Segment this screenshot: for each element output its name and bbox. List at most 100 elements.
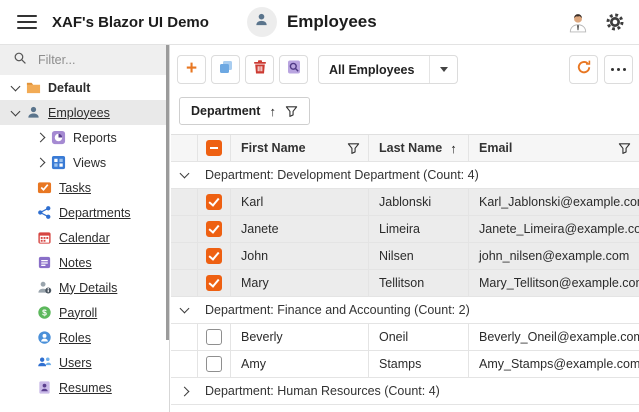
sidebar-item-label: Employees [48,106,110,120]
chevron-down-icon[interactable] [11,81,21,91]
row-checkbox[interactable] [206,356,222,372]
cell-email: john_nilsen@example.com [469,243,639,269]
payroll-icon: $ [37,305,52,320]
departments-icon [37,205,52,220]
cell-first-name: Mary [231,270,369,296]
svg-text:$: $ [42,308,47,318]
sidebar-item-default[interactable]: Default [0,75,169,100]
sidebar-item-label: My Details [59,281,117,295]
trash-icon [252,59,268,80]
validate-button[interactable] [279,55,308,84]
column-header-last-name[interactable]: Last Name ↑ [369,135,469,161]
plus-icon: + [186,59,197,78]
sidebar-item-departments[interactable]: Departments [0,200,169,225]
table-row[interactable]: Beverly Oneil Beverly_Oneil@example.com [171,324,639,351]
chevron-down-icon[interactable] [179,169,189,179]
group-row-label: Department: Finance and Accounting (Coun… [197,297,470,323]
sidebar-item-label: Tasks [59,181,91,195]
sidebar-item-payroll[interactable]: $ Payroll [0,300,169,325]
sort-ascending-icon: ↑ [450,141,457,156]
view-selector-dropdown-button[interactable] [429,56,457,83]
sidebar-item-label: Reports [73,131,117,145]
app-header: XAF's Blazor UI Demo Employees [0,0,639,45]
sidebar-item-tasks[interactable]: Tasks [0,175,169,200]
sidebar-item-views[interactable]: Views [0,150,169,175]
new-button[interactable]: + [177,55,206,84]
sidebar-item-notes[interactable]: Notes [0,250,169,275]
column-header-email[interactable]: Email [469,135,639,161]
sort-ascending-icon: ↑ [269,104,276,119]
sidebar-item-roles[interactable]: Roles [0,325,169,350]
chevron-right-icon[interactable] [179,386,189,396]
cell-email: Amy_Stamps@example.com [469,351,639,377]
sidebar-item-label: Resumes [59,381,112,395]
group-chip-label: Department [191,104,260,118]
chevron-right-icon[interactable] [36,158,46,168]
more-button[interactable] [604,55,633,84]
group-row[interactable]: Department: Marketing (Count: 20) [171,405,639,412]
cell-email: Janete_Limeira@example.com [469,216,639,242]
group-chip-department[interactable]: Department ↑ [179,97,310,125]
chevron-down-icon[interactable] [11,106,21,116]
sidebar-item-resumes[interactable]: Resumes [0,375,169,400]
sidebar-item-users[interactable]: Users [0,350,169,375]
sidebar-item-reports[interactable]: Reports [0,125,169,150]
copy-icon [218,59,234,80]
filter-icon[interactable] [618,142,631,155]
user-avatar[interactable] [567,11,589,33]
filter-box [0,45,169,75]
group-row[interactable]: Department: Development Department (Coun… [171,162,639,189]
hamburger-icon[interactable] [17,15,37,29]
group-row-label: Department: Development Department (Coun… [197,162,479,188]
table-row[interactable]: Mary Tellitson Mary_Tellitson@example.co… [171,270,639,297]
employees-badge [247,7,277,37]
row-checkbox[interactable] [206,329,222,345]
sidebar-item-label: Calendar [59,231,110,245]
grid-header-row: First Name Last Name ↑ Email [171,135,639,162]
delete-button[interactable] [245,55,274,84]
roles-icon [37,330,52,345]
table-row[interactable]: Amy Stamps Amy_Stamps@example.com [171,351,639,378]
row-checkbox[interactable] [206,194,222,210]
group-row[interactable]: Department: Human Resources (Count: 4) [171,378,639,405]
folder-icon [26,80,41,95]
select-all-checkbox[interactable] [206,140,222,156]
select-all-checkbox-cell [197,135,231,161]
gear-icon[interactable] [605,12,625,32]
cell-last-name: Stamps [369,351,469,377]
group-row[interactable]: Department: Finance and Accounting (Coun… [171,297,639,324]
row-checkbox[interactable] [206,248,222,264]
chevron-right-icon[interactable] [36,133,46,143]
sidebar-item-label: Default [48,81,90,95]
cell-first-name: Janete [231,216,369,242]
users-icon [37,355,52,370]
filter-input[interactable] [36,52,150,68]
cell-first-name: Beverly [231,324,369,350]
reports-icon [51,130,66,145]
table-row[interactable]: Janete Limeira Janete_Limeira@example.co… [171,216,639,243]
cell-email: Beverly_Oneil@example.com [469,324,639,350]
column-header-first-name[interactable]: First Name [231,135,369,161]
cell-last-name: Nilsen [369,243,469,269]
cell-email: Karl_Jablonski@example.com [469,189,639,215]
refresh-button[interactable] [569,55,598,84]
cell-first-name: John [231,243,369,269]
sidebar-item-label: Departments [59,206,131,220]
table-row[interactable]: John Nilsen john_nilsen@example.com [171,243,639,270]
table-row[interactable]: Karl Jablonski Karl_Jablonski@example.co… [171,189,639,216]
sidebar-item-my-details[interactable]: My Details [0,275,169,300]
group-panel: Department ↑ [179,97,633,125]
group-row-label: Department: Marketing (Count: 20) [197,405,398,412]
sidebar-item-calendar[interactable]: Calendar [0,225,169,250]
view-selector[interactable]: All Employees [318,55,458,84]
copy-button[interactable] [211,55,240,84]
filter-icon[interactable] [347,142,360,155]
row-checkbox[interactable] [206,221,222,237]
sidebar-scrollbar[interactable] [166,45,169,340]
app-title: XAF's Blazor UI Demo [52,14,209,31]
sidebar-item-employees[interactable]: Employees [0,100,169,125]
chevron-down-icon[interactable] [179,304,189,314]
filter-icon[interactable] [285,105,298,118]
row-checkbox[interactable] [206,275,222,291]
main-panel: + All Employees [171,45,639,412]
